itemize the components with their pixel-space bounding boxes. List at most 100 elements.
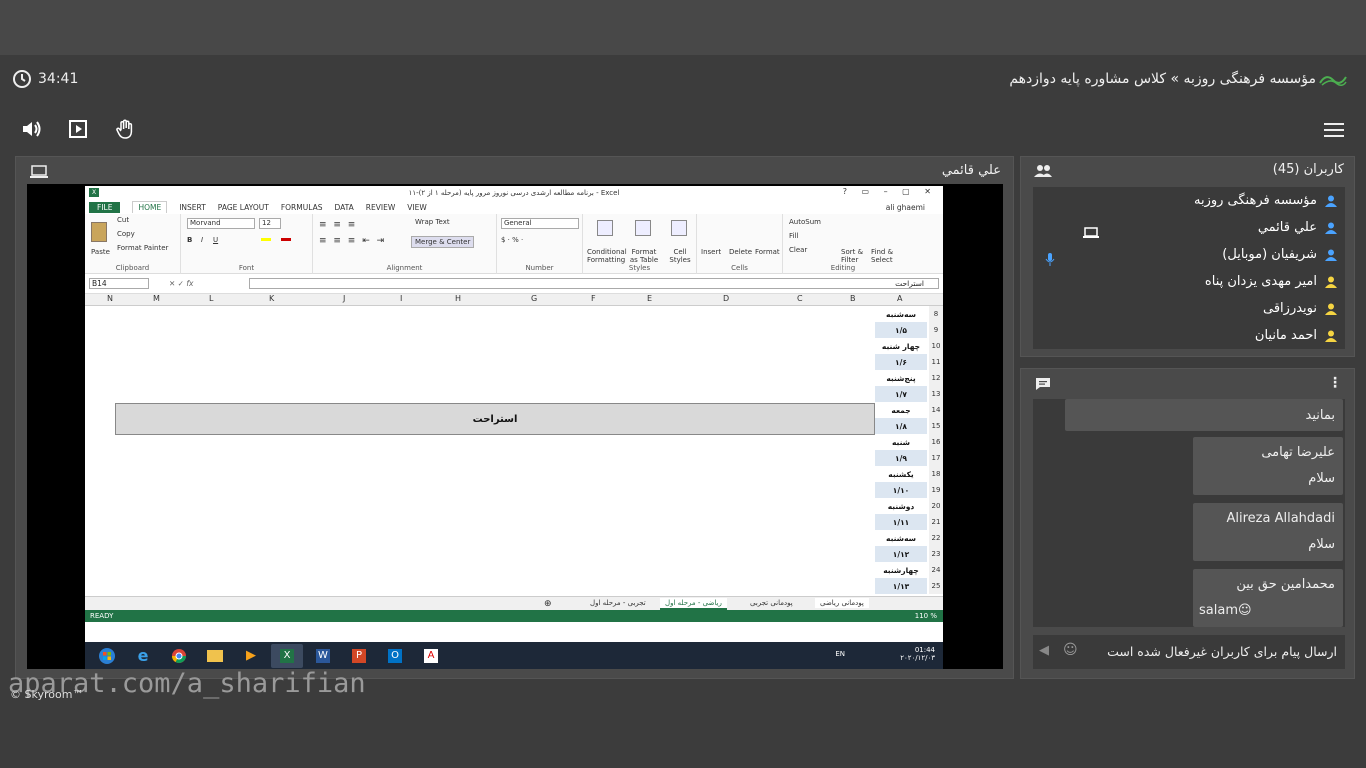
day-cell[interactable]: پنج‌شنبه: [875, 370, 927, 386]
row-header[interactable]: 24: [929, 562, 943, 578]
date-cell[interactable]: ۱/۱۰: [875, 482, 927, 498]
row-header[interactable]: 16: [929, 434, 943, 450]
day-cell[interactable]: چهارشنبه: [875, 562, 927, 578]
chat-input[interactable]: ارسال پیام برای کاربران غیرفعال شده است: [1107, 644, 1337, 659]
day-cell[interactable]: شنبه: [875, 434, 927, 450]
clear-button[interactable]: Clear: [789, 246, 807, 254]
fill-button[interactable]: Fill: [789, 232, 798, 240]
column-header[interactable]: I: [400, 294, 402, 303]
taskbar-ie[interactable]: e: [127, 644, 159, 668]
date-cell[interactable]: ۱/۱۳: [875, 578, 927, 594]
taskbar-word[interactable]: W: [307, 644, 339, 668]
date-cell[interactable]: ۱/۹: [875, 450, 927, 466]
raise-hand-button[interactable]: [112, 116, 138, 142]
media-play-button[interactable]: [65, 116, 91, 142]
column-header[interactable]: L: [209, 294, 213, 303]
taskbar-explorer[interactable]: [199, 644, 231, 668]
date-cell[interactable]: ۱/۵: [875, 322, 927, 338]
copy-button[interactable]: Copy: [117, 230, 135, 238]
row-header[interactable]: 12: [929, 370, 943, 386]
conditional-formatting-button[interactable]: Conditional Formatting: [587, 248, 627, 264]
date-cell[interactable]: ۱/۸: [875, 418, 927, 434]
user-row[interactable]: مؤسسه فرهنگی روزبه: [1033, 187, 1345, 214]
wrap-text-button[interactable]: Wrap Text: [415, 218, 450, 226]
find-select-button[interactable]: Find & Select: [871, 248, 899, 264]
column-header[interactable]: C: [797, 294, 803, 303]
taskbar-acrobat[interactable]: A: [415, 644, 447, 668]
taskbar-outlook[interactable]: O: [379, 644, 411, 668]
tab-page-layout[interactable]: PAGE LAYOUT: [218, 203, 269, 212]
language-indicator[interactable]: EN: [835, 650, 845, 658]
font-color-icon[interactable]: [281, 238, 291, 241]
delete-button[interactable]: Delete: [729, 248, 752, 256]
sort-filter-button[interactable]: Sort & Filter: [841, 248, 869, 264]
start-button[interactable]: [91, 644, 123, 668]
user-row[interactable]: علي قائمي: [1033, 214, 1345, 241]
sheet-tab-4[interactable]: تجربی - مرحله اول: [585, 598, 651, 608]
number-format-select[interactable]: General: [501, 218, 579, 229]
cut-button[interactable]: Cut: [117, 216, 129, 224]
tab-home[interactable]: HOME: [132, 201, 168, 213]
row-header[interactable]: 8: [929, 306, 943, 322]
cell-styles-button[interactable]: Cell Styles: [665, 248, 695, 264]
sheet-tab-1[interactable]: پودمانی ریاضی: [815, 598, 869, 608]
insert-button[interactable]: Insert: [701, 248, 721, 256]
tab-formulas[interactable]: FORMULAS: [281, 203, 323, 212]
row-header[interactable]: 9: [929, 322, 943, 338]
day-cell[interactable]: سه‌شنبه: [875, 530, 927, 546]
user-row[interactable]: امیر مهدی یزدان پناه: [1033, 268, 1345, 295]
user-row[interactable]: نویدرزاقی: [1033, 295, 1345, 322]
emoji-icon[interactable]: ☺: [1063, 642, 1078, 658]
column-header[interactable]: D: [723, 294, 729, 303]
row-header[interactable]: 17: [929, 450, 943, 466]
column-header[interactable]: J: [343, 294, 345, 303]
row-header[interactable]: 22: [929, 530, 943, 546]
taskbar-chrome[interactable]: [163, 644, 195, 668]
row-header[interactable]: 25: [929, 578, 943, 594]
row-header[interactable]: 11: [929, 354, 943, 370]
row-header[interactable]: 20: [929, 498, 943, 514]
row-header[interactable]: 15: [929, 418, 943, 434]
tab-data[interactable]: DATA: [334, 203, 353, 212]
taskbar-powerpoint[interactable]: P: [343, 644, 375, 668]
column-header[interactable]: H: [455, 294, 461, 303]
day-cell[interactable]: چهار شنبه: [875, 338, 927, 354]
align-icons-2[interactable]: ≡ ≡ ≡ ⇤ ⇥: [319, 236, 386, 246]
chat-menu-icon[interactable]: ⋮: [1328, 375, 1342, 391]
column-header[interactable]: E: [647, 294, 652, 303]
row-header[interactable]: 21: [929, 514, 943, 530]
currency-icon[interactable]: $ · % ·: [501, 236, 523, 244]
font-size-select[interactable]: 12: [259, 218, 281, 229]
column-header[interactable]: B: [850, 294, 856, 303]
column-header[interactable]: A: [897, 294, 902, 303]
fill-color-icon[interactable]: [261, 238, 271, 241]
speaker-button[interactable]: [18, 116, 44, 142]
align-icons[interactable]: ≡ ≡ ≡: [319, 220, 357, 230]
row-header[interactable]: 10: [929, 338, 943, 354]
date-cell[interactable]: ۱/۷: [875, 386, 927, 402]
font-name-select[interactable]: Morvand: [187, 218, 255, 229]
window-controls[interactable]: ? ▭ – ▢ ✕: [843, 187, 937, 196]
row-header[interactable]: 13: [929, 386, 943, 402]
day-cell[interactable]: یکشنبه: [875, 466, 927, 482]
column-header[interactable]: K: [269, 294, 274, 303]
taskbar-media[interactable]: ▶: [235, 644, 267, 668]
row-header[interactable]: 19: [929, 482, 943, 498]
date-cell[interactable]: ۱/۶: [875, 354, 927, 370]
row-header[interactable]: 18: [929, 466, 943, 482]
sheet-tab-2[interactable]: پودمانی تجربی: [745, 598, 798, 608]
paste-button[interactable]: Paste: [91, 248, 110, 256]
sheet-tab-3[interactable]: ریاضی - مرحله اول: [660, 598, 727, 610]
column-header[interactable]: G: [531, 294, 537, 303]
merge-center-button[interactable]: Merge & Center: [411, 236, 475, 248]
send-icon[interactable]: ◀: [1039, 643, 1049, 658]
day-cell[interactable]: دوشنبه: [875, 498, 927, 514]
tab-file[interactable]: FILE: [89, 201, 121, 213]
hamburger-menu-icon[interactable]: [1324, 123, 1344, 137]
column-header[interactable]: M: [153, 294, 160, 303]
tab-view[interactable]: VIEW: [407, 203, 427, 212]
name-box[interactable]: B14: [89, 278, 149, 289]
date-cell[interactable]: ۱/۱۱: [875, 514, 927, 530]
tab-insert[interactable]: INSERT: [179, 203, 206, 212]
column-header[interactable]: F: [591, 294, 596, 303]
